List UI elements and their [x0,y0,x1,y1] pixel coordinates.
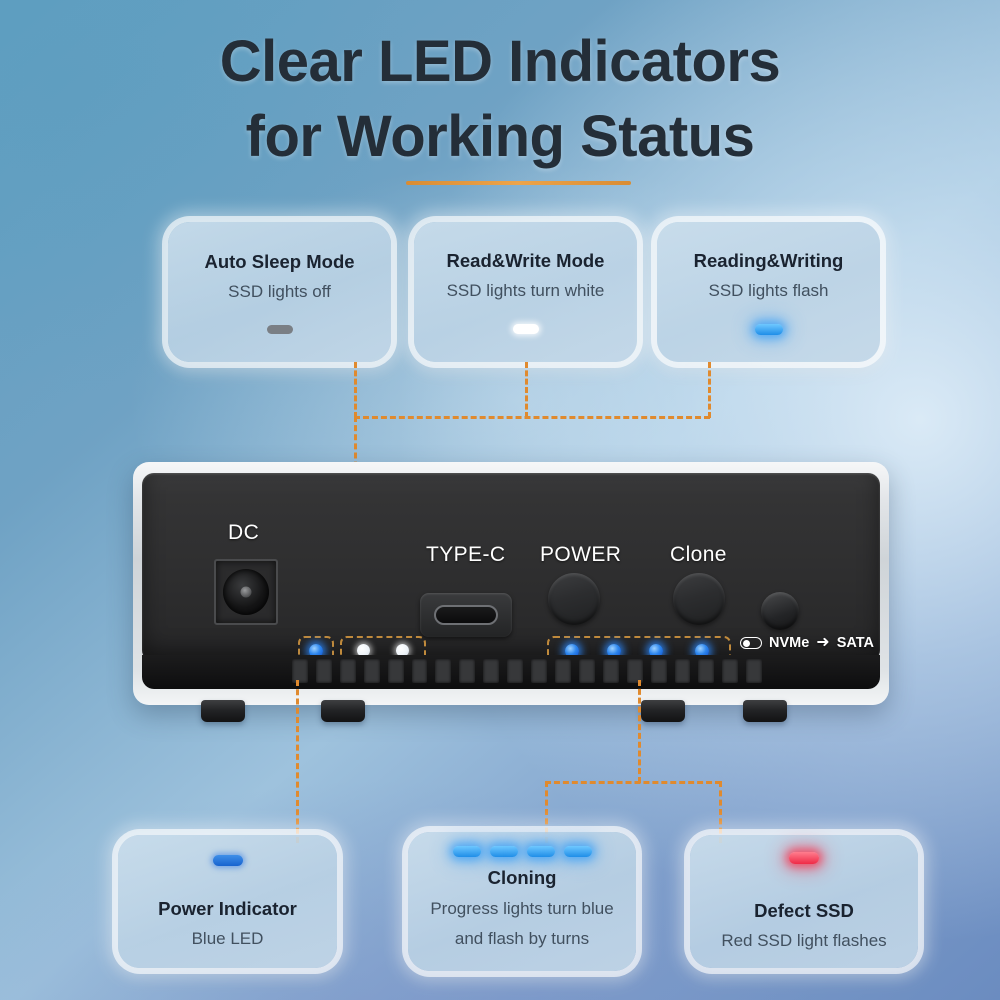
progress-led-icon [452,846,481,857]
dc-barrel-icon [223,569,269,615]
connector-bottom-power-vertical [296,680,299,843]
defect-led-red-icon [789,852,819,864]
ssd-led-off-icon [266,324,293,334]
dc-pin-icon [240,586,252,598]
connector-bottom-main-vertical [638,680,641,783]
card-cloning: Cloning Progress lights turn blue and fl… [408,832,636,971]
card-read-write-mode: Read&Write Mode SSD lights turn white [414,222,637,362]
type-c-port[interactable] [420,593,512,637]
progress-led-icon [526,846,555,857]
arrow-right-icon: ➜ [816,634,830,651]
connector-bottom-horizontal [545,781,721,784]
card-title: Power Indicator [158,897,297,919]
progress-led-icon [563,846,592,857]
title-divider [406,181,631,185]
connector-top-left-vertical [354,362,357,418]
card-subtitle: SSD lights flash [708,280,829,300]
clone-button[interactable] [673,573,725,625]
card-subtitle: SSD lights off [228,281,331,301]
title-line-2: for Working Status [245,104,755,170]
connector-bottom-defect-vertical [719,781,722,843]
label-clone: Clone [670,543,727,566]
card-title: Auto Sleep Mode [204,250,355,272]
toggle-switch-icon [740,637,762,649]
card-subtitle: Red SSD light flashes [721,931,887,950]
progress-leds-blue-icons [452,846,592,857]
card-subtitle: Blue LED [191,928,264,948]
connector-top-middle-vertical [525,362,528,418]
card-subtitle: SSD lights turn white [446,281,605,300]
power-button[interactable] [548,573,600,625]
card-title: Reading&Writing [693,249,844,271]
clone-mode-to: SATA [836,635,875,651]
card-auto-sleep-mode: Auto Sleep Mode SSD lights off [168,222,391,362]
type-c-slot-icon [434,605,498,625]
title-line-1: Clear LED Indicators [219,29,781,94]
label-power: POWER [540,543,622,566]
ssd-docking-station: DC TYPE-C POWER Clone ⏻ [133,462,889,722]
ventilation-slots [292,659,763,683]
connector-top-right-vertical [708,362,711,418]
ssd-led-flash-icon [754,323,783,335]
device-vent-band [142,655,880,689]
card-title: Read&Write Mode [446,250,605,271]
progress-led-icon [489,846,518,857]
mode-selector-knob[interactable] [761,592,799,630]
clone-mode-nvme-to-sata: NVMe ➜ SATA [740,635,874,651]
card-defect-ssd: Defect SSD Red SSD light flashes [690,835,918,968]
infographic-stage: Clear LED Indicators for Working Status … [0,0,1000,1000]
device-foot [321,700,365,722]
device-foot [641,700,685,722]
ssd-led-white-icon [512,324,539,334]
label-dc: DC [228,521,260,544]
card-title: Defect SSD [754,900,854,921]
device-foot [201,700,245,722]
power-led-blue-icon [212,854,243,866]
label-typec: TYPE-C [426,543,506,566]
card-power-indicator: Power Indicator Blue LED [118,835,337,968]
device-foot [743,700,787,722]
dc-power-port[interactable] [214,559,278,625]
device-front-panel: DC TYPE-C POWER Clone ⏻ [142,473,880,688]
page-title: Clear LED Indicators for Working Status [0,24,1000,175]
card-subtitle: Progress lights turn blue and flash by t… [430,899,614,948]
card-reading-writing: Reading&Writing SSD lights flash [657,222,880,362]
clone-mode-from: NVMe [769,635,810,651]
card-title: Cloning [487,867,557,888]
connector-top-horizontal [354,416,710,419]
